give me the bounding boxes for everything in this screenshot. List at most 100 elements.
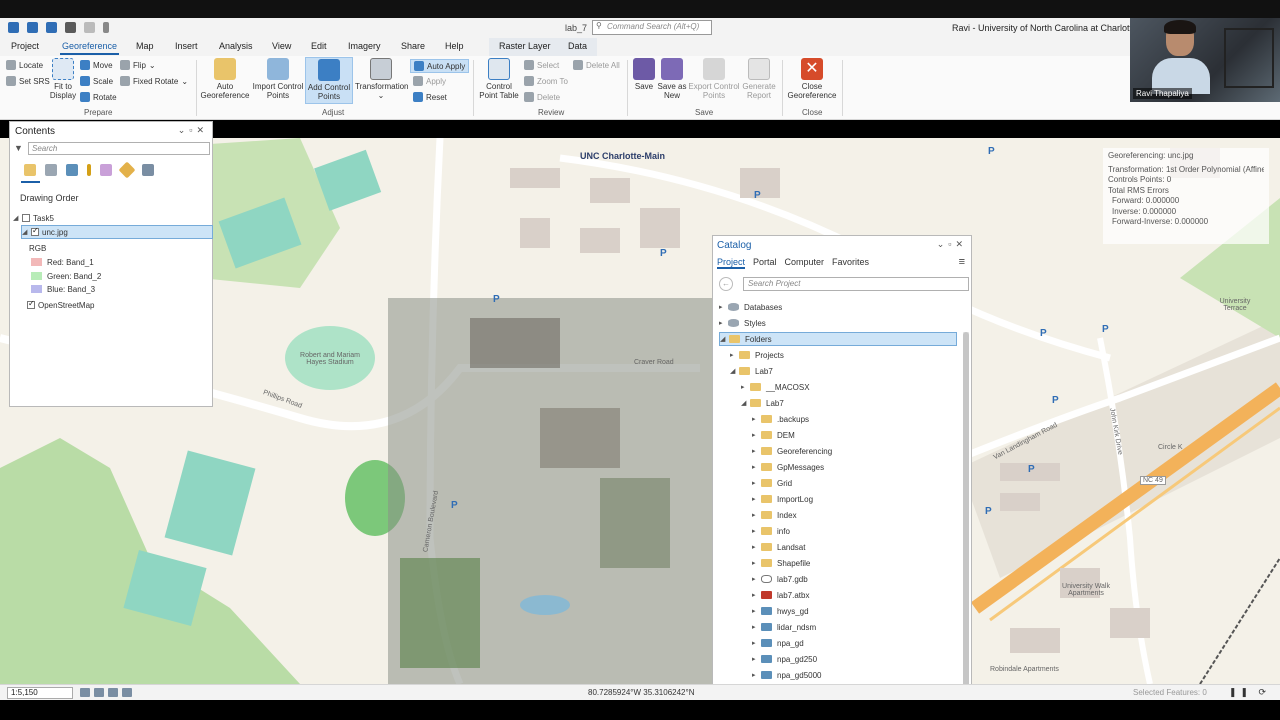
expand-arrow-icon[interactable]: ◢ bbox=[730, 367, 739, 375]
catalog-item[interactable]: ▸ Shapefile bbox=[752, 556, 810, 570]
generate-report-button[interactable]: Generate Report bbox=[741, 58, 777, 100]
catalog-item[interactable]: ▸ lab7.gdb bbox=[752, 572, 808, 586]
snapping-icon[interactable] bbox=[100, 164, 112, 176]
expand-arrow-icon[interactable]: ▸ bbox=[752, 639, 761, 647]
catalog-tab-computer[interactable]: Computer bbox=[785, 257, 825, 269]
collapse-arrow-icon[interactable]: ◢ bbox=[22, 228, 31, 236]
pane-window-buttons[interactable]: ⌄▫✕ bbox=[178, 125, 208, 136]
export-control-points-button[interactable]: Export Control Points bbox=[688, 58, 740, 100]
close-georeference-button[interactable]: ✕ Close Georeference bbox=[786, 58, 838, 100]
catalog-item[interactable]: ▸ info bbox=[752, 524, 790, 538]
expand-arrow-icon[interactable]: ▸ bbox=[752, 415, 761, 423]
catalog-item[interactable]: ▸ Georeferencing bbox=[752, 444, 832, 458]
customize-qat-icon[interactable] bbox=[103, 22, 109, 33]
catalog-scrollbar[interactable] bbox=[963, 332, 969, 702]
layer-visibility-checkbox[interactable] bbox=[27, 299, 35, 309]
fixed-rotate-button[interactable]: Fixed Rotate ⌄ bbox=[120, 76, 188, 86]
control-point-table-button[interactable]: Control Point Table bbox=[477, 58, 521, 100]
catalog-item[interactable]: ▸ Styles bbox=[719, 316, 766, 330]
pane-window-buttons[interactable]: ⌄▫✕ bbox=[937, 239, 967, 250]
tab-data[interactable]: Data bbox=[568, 41, 587, 51]
back-arrow-icon[interactable]: ← bbox=[719, 277, 733, 291]
delete-button[interactable]: Delete bbox=[524, 92, 560, 102]
import-control-points-button[interactable]: Import Control Points bbox=[252, 58, 304, 100]
catalog-item[interactable]: ▸ npa_gd bbox=[752, 636, 804, 650]
expand-arrow-icon[interactable]: ▸ bbox=[752, 479, 761, 487]
catalog-tab-project[interactable]: Project bbox=[717, 257, 746, 269]
charts-icon[interactable] bbox=[142, 164, 154, 176]
expand-arrow-icon[interactable]: ▸ bbox=[752, 591, 761, 599]
catalog-item[interactable]: ▸ lab7.atbx bbox=[752, 588, 809, 602]
save-project-icon[interactable] bbox=[46, 22, 57, 33]
tab-project[interactable]: Project bbox=[11, 41, 39, 51]
editing-icon[interactable] bbox=[87, 164, 91, 176]
undo-icon[interactable] bbox=[65, 22, 76, 33]
hamburger-menu-icon[interactable]: ≡ bbox=[959, 256, 965, 268]
command-search-input[interactable]: Command Search (Alt+Q) bbox=[592, 20, 712, 35]
expand-arrow-icon[interactable]: ▸ bbox=[752, 543, 761, 551]
save-button[interactable]: Save bbox=[632, 58, 656, 91]
expand-arrow-icon[interactable]: ▸ bbox=[752, 607, 761, 615]
set-srs-button[interactable]: Set SRS bbox=[6, 76, 50, 86]
selection-icon[interactable] bbox=[66, 164, 78, 176]
rotate-view-icon[interactable] bbox=[122, 688, 132, 697]
catalog-item[interactable]: ▸ __MACOSX bbox=[741, 380, 810, 394]
delete-all-button[interactable]: Delete All bbox=[573, 60, 620, 70]
filter-icon[interactable]: ▼ bbox=[14, 143, 23, 153]
drawing-order-icon[interactable] bbox=[24, 164, 36, 176]
new-project-icon[interactable] bbox=[8, 22, 19, 33]
expand-arrow-icon[interactable]: ▸ bbox=[730, 351, 739, 359]
open-project-icon[interactable] bbox=[27, 22, 38, 33]
expand-arrow-icon[interactable]: ▸ bbox=[752, 671, 761, 679]
catalog-item[interactable]: ▸ hwys_gd bbox=[752, 604, 809, 618]
expand-arrow-icon[interactable]: ▸ bbox=[719, 303, 728, 311]
labeling-icon[interactable] bbox=[118, 161, 136, 179]
catalog-item[interactable]: ▸ Index bbox=[752, 508, 797, 522]
expand-arrow-icon[interactable]: ◢ bbox=[720, 335, 729, 343]
expand-arrow-icon[interactable]: ▸ bbox=[752, 527, 761, 535]
signed-in-user[interactable]: Ravi - University of North Carolina at C… bbox=[952, 23, 1137, 33]
locate-button[interactable]: Locate bbox=[6, 60, 43, 70]
data-source-icon[interactable] bbox=[45, 164, 57, 176]
fixed-zoom-icon[interactable] bbox=[94, 688, 104, 697]
expand-arrow-icon[interactable]: ▸ bbox=[752, 511, 761, 519]
tab-share[interactable]: Share bbox=[401, 41, 425, 51]
layer-unc-jpg[interactable]: ◢unc.jpg bbox=[21, 225, 213, 239]
redo-icon[interactable] bbox=[84, 22, 95, 33]
contents-search-input[interactable]: Search bbox=[28, 142, 210, 155]
catalog-item[interactable]: ◢ Lab7 bbox=[730, 364, 773, 378]
catalog-item[interactable]: ▸ .backups bbox=[752, 412, 809, 426]
tab-analysis[interactable]: Analysis bbox=[219, 41, 253, 51]
expand-arrow-icon[interactable]: ▸ bbox=[752, 463, 761, 471]
catalog-item[interactable]: ◢ Lab7 bbox=[741, 396, 784, 410]
tab-raster-layer[interactable]: Raster Layer bbox=[499, 41, 551, 51]
scale-button[interactable]: Scale bbox=[80, 76, 113, 86]
reset-button[interactable]: Reset bbox=[413, 92, 447, 102]
grid-icon[interactable] bbox=[80, 688, 90, 697]
auto-georeference-button[interactable]: Auto Georeference bbox=[200, 58, 250, 100]
zoom-to-button[interactable]: Zoom To bbox=[524, 76, 568, 86]
catalog-item[interactable]: ▸ Grid bbox=[752, 476, 792, 490]
fit-to-display-button[interactable]: Fit to Display bbox=[46, 58, 80, 100]
catalog-item[interactable]: ▸ lidar_ndsm bbox=[752, 620, 816, 634]
apply-button[interactable]: Apply bbox=[413, 76, 446, 86]
map-scale-dropdown[interactable]: 1:5,150 bbox=[7, 687, 73, 699]
expand-arrow-icon[interactable]: ▸ bbox=[752, 431, 761, 439]
select-button[interactable]: Select bbox=[524, 60, 559, 70]
expand-arrow-icon[interactable]: ▸ bbox=[719, 319, 728, 327]
tab-help[interactable]: Help bbox=[445, 41, 464, 51]
catalog-item[interactable]: ▸ Projects bbox=[730, 348, 784, 362]
move-button[interactable]: Move bbox=[80, 60, 113, 70]
flip-button[interactable]: Flip ⌄ bbox=[120, 60, 156, 70]
scrollbar-thumb[interactable] bbox=[963, 332, 969, 690]
expand-arrow-icon[interactable]: ◢ bbox=[741, 399, 750, 407]
catalog-tab-favorites[interactable]: Favorites bbox=[832, 257, 869, 269]
expand-arrow-icon[interactable]: ▸ bbox=[752, 575, 761, 583]
catalog-item[interactable]: ▸ npa_gd250 bbox=[752, 652, 817, 666]
navigate-icon[interactable] bbox=[108, 688, 118, 697]
auto-apply-toggle[interactable]: Auto Apply bbox=[410, 59, 470, 73]
collapse-arrow-icon[interactable]: ◢ bbox=[13, 214, 22, 222]
layer-basemap[interactable]: OpenStreetMap bbox=[27, 298, 94, 312]
expand-arrow-icon[interactable]: ▸ bbox=[752, 655, 761, 663]
tab-insert[interactable]: Insert bbox=[175, 41, 198, 51]
